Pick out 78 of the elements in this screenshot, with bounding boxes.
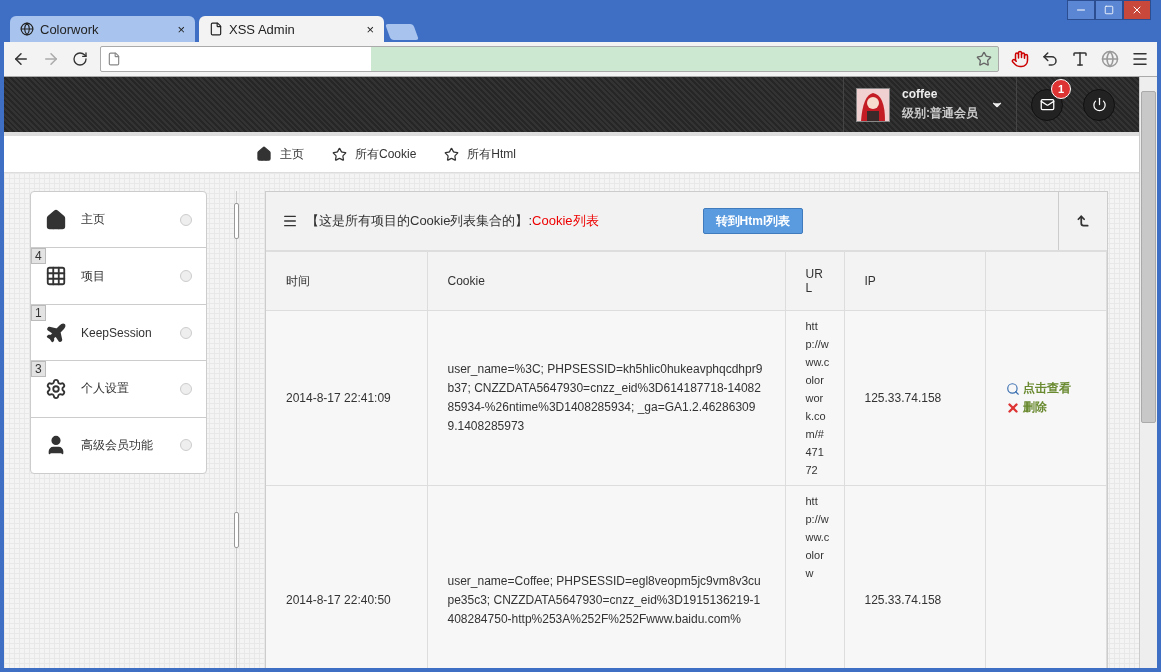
close-button[interactable]: [1123, 0, 1151, 20]
radio-dot-icon: [180, 213, 192, 226]
panel-title: 【这是所有项目的Cookie列表集合的】:: [306, 212, 533, 230]
view-link[interactable]: 点击查看: [1005, 379, 1086, 398]
url-cell: http://www.colorwork.com/#47172: [785, 310, 844, 486]
sidebar-item[interactable]: 主页: [31, 192, 206, 249]
time-cell: 2014-8-17 22:40:50: [266, 485, 427, 668]
search-icon: [1005, 381, 1020, 396]
maximize-button[interactable]: [1095, 0, 1123, 20]
resize-handle[interactable]: [233, 203, 239, 239]
ip-cell: 125.33.74.158: [844, 310, 985, 486]
ip-cell: 125.33.74.158: [844, 485, 985, 668]
page-icon: [209, 22, 223, 36]
reload-icon[interactable]: [72, 51, 88, 67]
browser-tab[interactable]: XSS Admin ×: [199, 16, 384, 42]
tab-close[interactable]: ×: [366, 21, 374, 37]
sidebar-item[interactable]: 3 个人设置: [31, 361, 206, 418]
item-label: 高级会员功能: [81, 436, 154, 454]
airplane-icon: [45, 321, 67, 344]
star-icon: [332, 146, 347, 162]
radio-dot-icon: [180, 439, 192, 452]
notification-badge: 1: [1051, 78, 1071, 99]
count-badge: 3: [31, 361, 46, 378]
user-menu[interactable]: coffee 级别:普通会员: [843, 77, 1017, 132]
column-header: Cookie: [427, 252, 785, 311]
sidebar-item[interactable]: 1 KeepSession: [31, 304, 206, 362]
item-label: 个人设置: [81, 380, 130, 398]
undo-arrow-icon[interactable]: [1041, 50, 1059, 68]
item-label: 主页: [81, 211, 106, 229]
settings-icon: [45, 377, 67, 400]
cookie-cell: user_name=Coffee; PHPSESSID=egl8veopm5jc9vm8v3cupe35c3; CNZZDATA5647930=cnzz_eid%3D1915136219-1408284750-http%253A%252F%252Fwww.baidu.com%: [427, 485, 785, 668]
tab-title: Colorwork: [40, 21, 100, 37]
logout-button[interactable]: [1083, 88, 1115, 121]
letter-t-icon[interactable]: [1071, 50, 1089, 68]
sidebar-item[interactable]: 高级会员功能: [31, 417, 206, 474]
star-icon: [444, 146, 460, 162]
maximize-icon: [1104, 5, 1114, 15]
delete-link[interactable]: 删除: [1005, 398, 1086, 417]
panel-subtitle: Cookie列表: [532, 212, 599, 230]
url-cell: http://www.colorw: [785, 485, 844, 668]
column-header: IP: [844, 252, 985, 311]
globe-icon[interactable]: [1101, 50, 1119, 68]
tab-close[interactable]: ×: [177, 21, 185, 37]
hand-icon[interactable]: [1011, 50, 1029, 68]
nav-link[interactable]: 所有Html: [444, 145, 517, 163]
nav-link[interactable]: 所有Cookie: [332, 145, 417, 163]
up-arrow-icon[interactable]: [1076, 214, 1090, 228]
back-icon[interactable]: [12, 50, 30, 68]
column-header: URL: [785, 252, 844, 311]
radio-dot-icon: [180, 270, 192, 283]
radio-dot-icon: [180, 326, 192, 339]
minimize-button[interactable]: [1067, 0, 1095, 20]
power-icon: [1091, 97, 1107, 112]
tab-title: XSS Admin: [229, 21, 296, 37]
cookie-cell: user_name=%3C; PHPSESSID=kh5hlic0hukeavphqcdhpr9b37; CNZZDATA5647930=cnzz_eid%3D614187718-1408285934-%26ntime%3D1408285934; _ga=GA1.2.462863099.1408285973: [427, 310, 785, 486]
user-level: 级别:普通会员: [902, 105, 978, 122]
count-badge: 4: [31, 248, 46, 265]
new-tab-button[interactable]: [385, 24, 419, 40]
house-icon: [256, 146, 272, 162]
time-cell: 2014-8-17 22:41:09: [266, 310, 427, 486]
delete-icon: [1005, 400, 1020, 415]
scrollbar[interactable]: [1139, 77, 1157, 668]
browser-tab[interactable]: Colorwork ×: [10, 16, 195, 42]
table-icon: [45, 265, 67, 288]
radio-dot-icon: [180, 382, 192, 395]
house-icon: [45, 208, 67, 231]
mail-icon: [1039, 97, 1055, 112]
user-name: coffee: [902, 87, 939, 101]
close-icon: [1131, 4, 1143, 16]
item-label: KeepSession: [81, 325, 153, 340]
column-header: 时间: [266, 252, 427, 311]
resize-handle[interactable]: [233, 512, 239, 548]
item-label: 项目: [81, 267, 106, 285]
sidebar-item[interactable]: 4 项目: [31, 248, 206, 305]
list-icon: [282, 213, 298, 229]
nav-link[interactable]: 主页: [256, 145, 304, 163]
menu-icon[interactable]: [1131, 50, 1149, 68]
globe-icon: [20, 22, 34, 36]
